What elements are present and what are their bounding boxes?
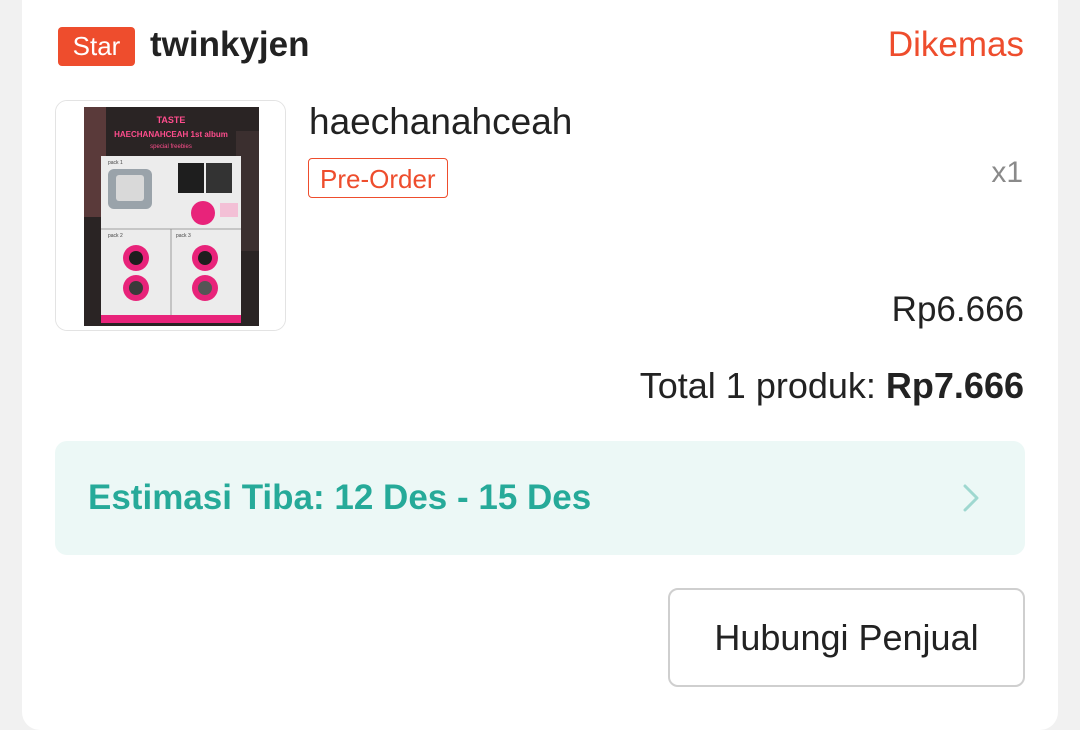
order-total-label: Total 1 produk:	[639, 365, 886, 406]
product-price: Rp6.666	[891, 290, 1024, 329]
shop-name[interactable]: twinkyjen	[150, 22, 309, 68]
order-total: Total 1 produk: Rp7.666	[640, 362, 1024, 410]
estimated-arrival-text: Estimasi Tiba: 12 Des - 15 Des	[88, 478, 592, 517]
contact-seller-button[interactable]: Hubungi Penjual	[668, 588, 1025, 687]
image-title-line1: TASTE	[157, 115, 186, 125]
product-name[interactable]: haechanahceah	[309, 98, 572, 146]
order-status: Dikemas	[887, 25, 1024, 64]
image-title-line2: HAECHANAHCEAH 1st album	[114, 130, 228, 139]
star-seller-badge: Star	[58, 27, 135, 66]
image-pack1: pack 1	[108, 160, 123, 166]
product-thumbnail[interactable]: TASTE HAECHANAHCEAH 1st album special fr…	[55, 100, 286, 331]
chevron-right-icon	[963, 484, 979, 512]
product-quantity: x1	[991, 156, 1023, 189]
estimated-arrival-row[interactable]: Estimasi Tiba: 12 Des - 15 Des	[55, 441, 1025, 555]
product-image: TASTE HAECHANAHCEAH 1st album special fr…	[56, 101, 285, 330]
image-pack2: pack 2	[108, 233, 123, 239]
order-total-amount: Rp7.666	[885, 365, 1024, 406]
pre-order-tag: Pre-Order	[308, 158, 448, 198]
image-pack3: pack 3	[176, 233, 191, 239]
image-subtitle: special freebies	[150, 144, 192, 150]
